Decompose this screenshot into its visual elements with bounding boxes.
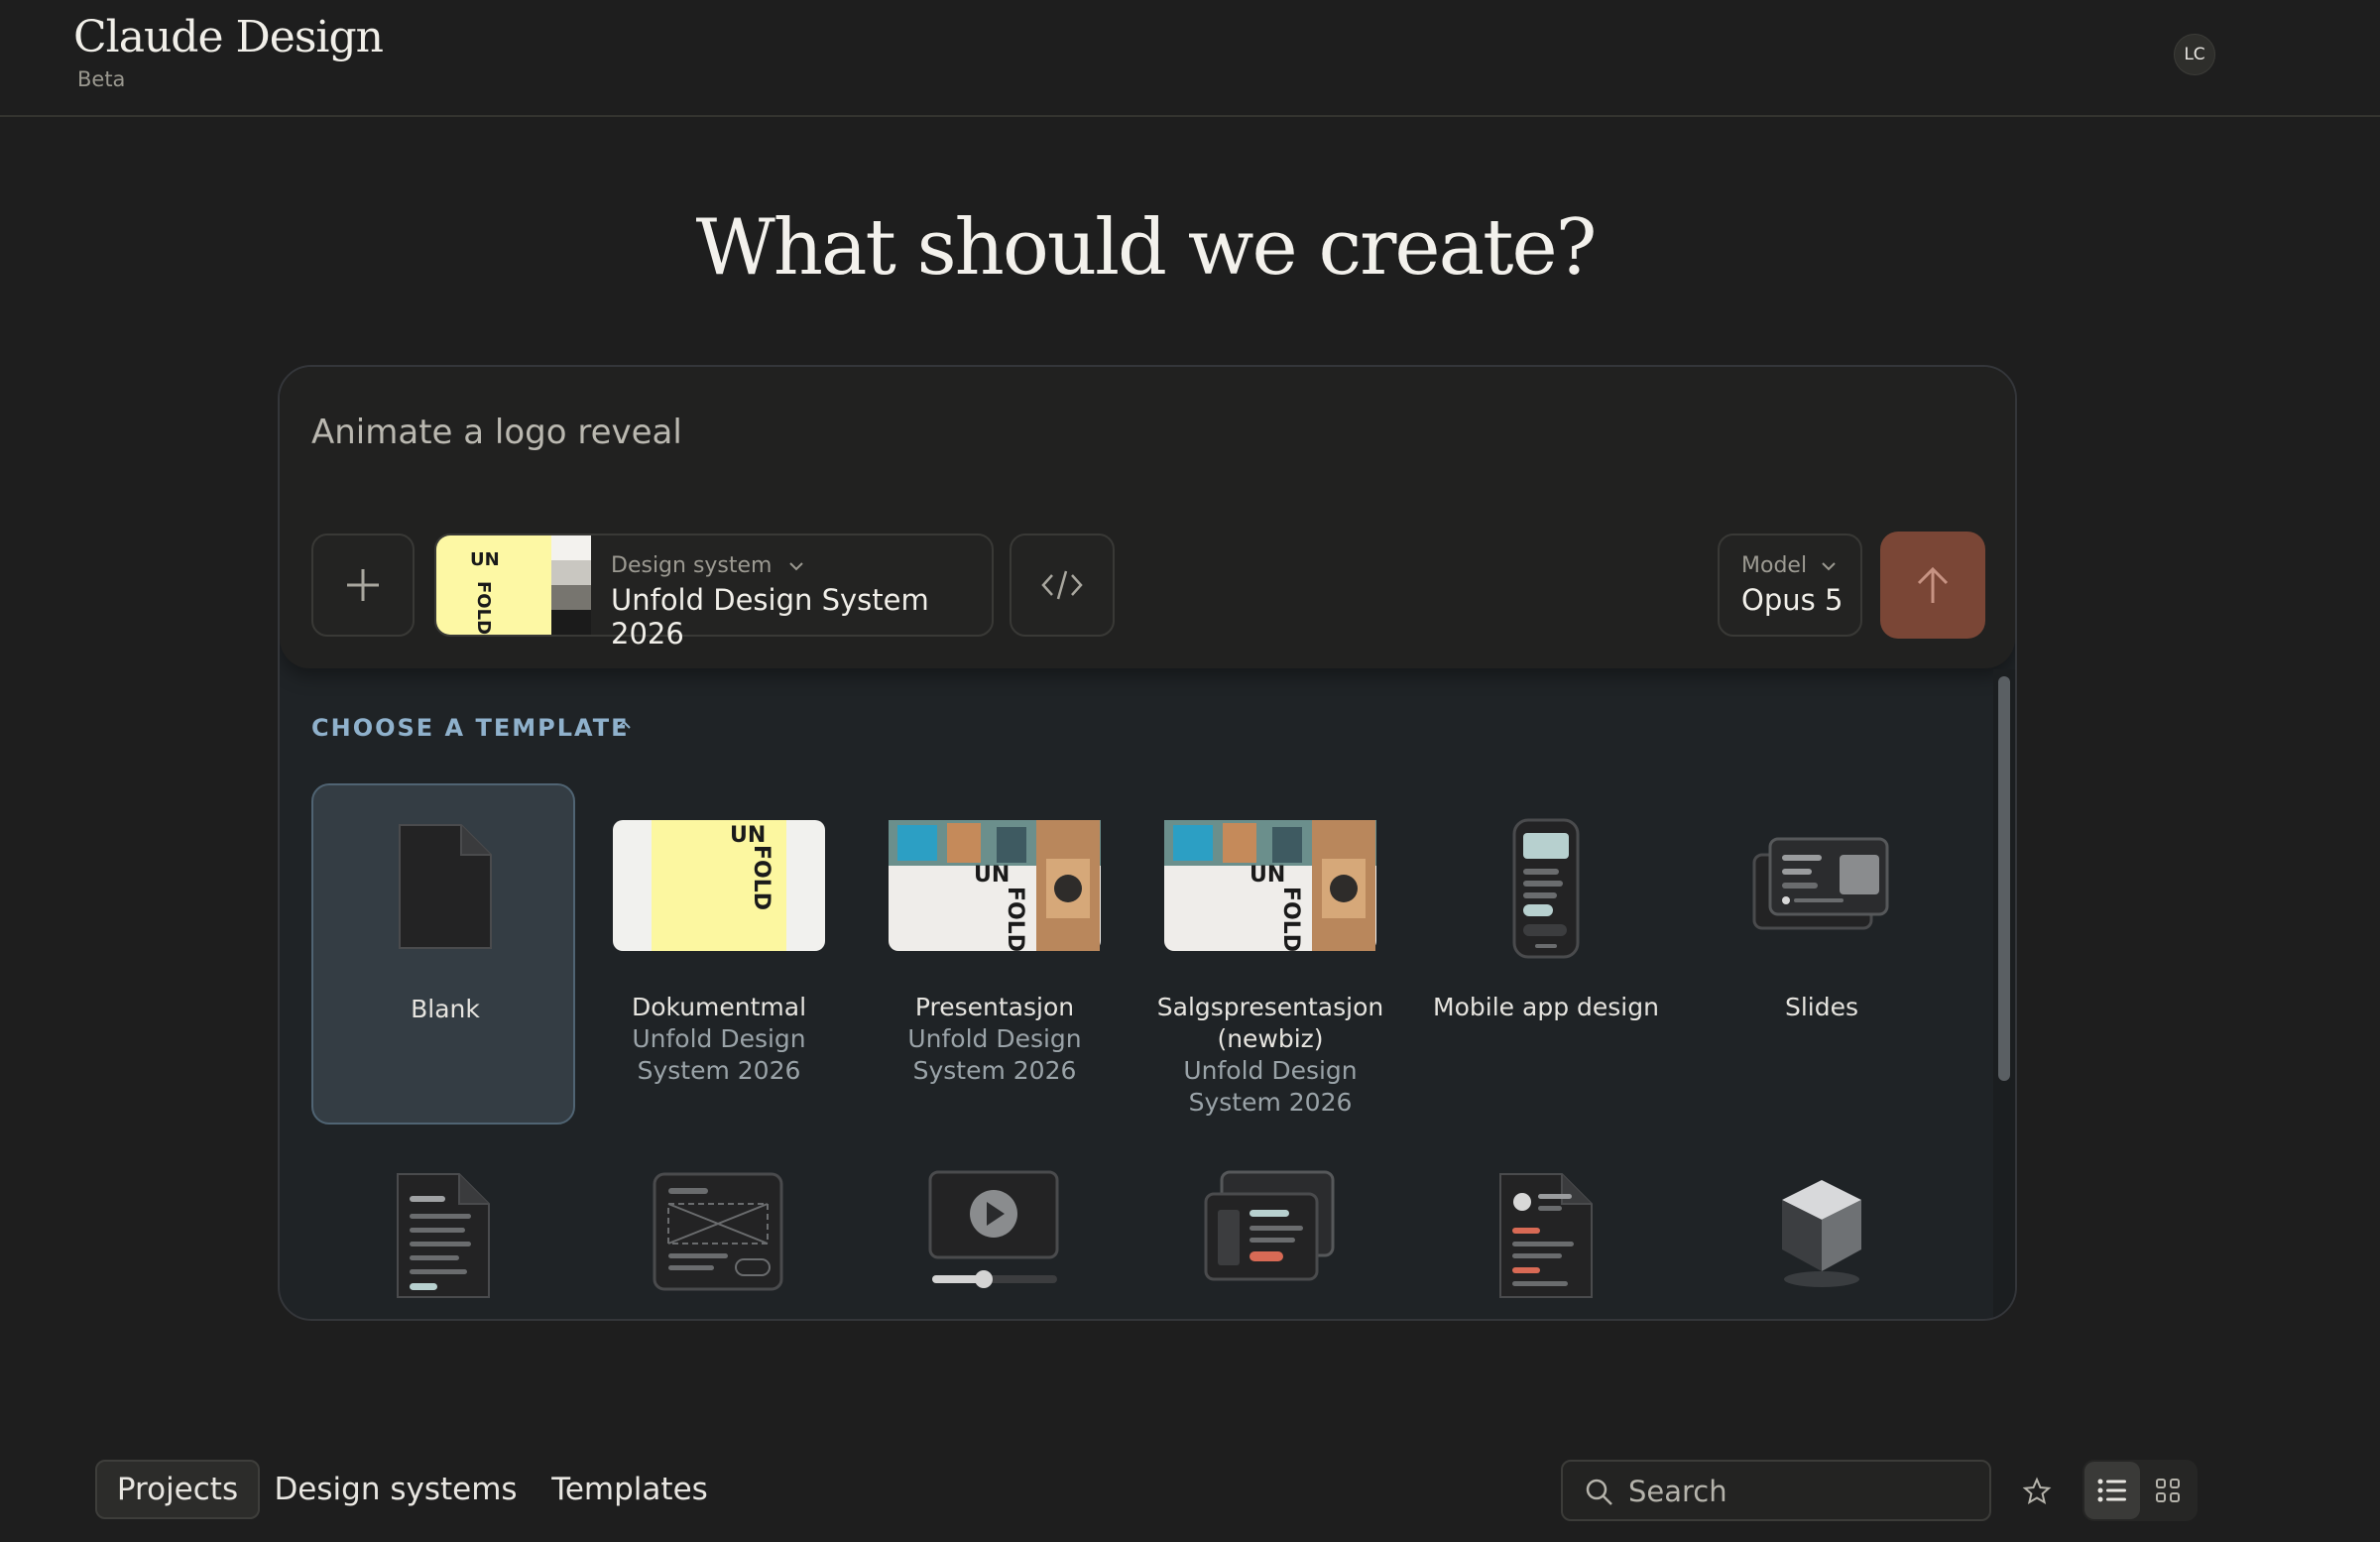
- code-icon: [1041, 570, 1083, 600]
- template-scrollbar-thumb[interactable]: [1998, 676, 2010, 1081]
- cube-icon: [1782, 1180, 1861, 1287]
- chevron-up-icon[interactable]: [615, 718, 633, 732]
- view-toggle: [2082, 1460, 2198, 1521]
- template-thumb: UN FOLD: [1138, 819, 1402, 952]
- grid-view-icon: [2156, 1479, 2180, 1502]
- favorites-button[interactable]: [2015, 1470, 2059, 1513]
- thumb-text-un: UN: [974, 863, 1011, 888]
- template-card-dokumentmal[interactable]: UN FOLD Dokumentmal Unfold Design System…: [587, 783, 851, 1125]
- search-input[interactable]: [1628, 1472, 1965, 1511]
- thumb-text-un: UN: [1250, 863, 1286, 888]
- tab-projects[interactable]: Projects: [95, 1460, 260, 1519]
- document-template-thumbnail: [613, 820, 825, 951]
- code-mode-button[interactable]: [1010, 534, 1115, 637]
- video-icon: [928, 1170, 1059, 1288]
- blank-page-icon: [399, 824, 492, 949]
- template-card-slides[interactable]: Slides: [1690, 783, 1954, 1125]
- model-selector[interactable]: Model Opus 5: [1718, 534, 1862, 637]
- thumb-text-un: UN: [470, 549, 500, 570]
- search-icon: [1586, 1479, 1612, 1505]
- thumb-text-fold: FOLD: [473, 581, 494, 635]
- model-kicker-label: Model: [1741, 553, 1808, 578]
- list-view-button[interactable]: [2084, 1462, 2140, 1519]
- model-name: Opus 5: [1741, 583, 1844, 617]
- template-thumb: [1690, 1176, 1954, 1291]
- template-card-3d[interactable]: [1690, 1170, 1954, 1319]
- template-thumb: [311, 1170, 575, 1301]
- chevron-down-icon: [788, 562, 803, 571]
- plus-icon: [347, 569, 379, 601]
- design-system-name: Unfold Design System 2026: [611, 583, 929, 651]
- template-thumb: [313, 821, 577, 952]
- template-card-cards[interactable]: [1138, 1170, 1402, 1319]
- add-attachment-button[interactable]: [311, 534, 415, 637]
- tab-templates[interactable]: Templates: [539, 1460, 720, 1519]
- design-system-kicker: Design system: [611, 553, 805, 578]
- top-bar: Claude Design Beta LC: [0, 0, 2380, 117]
- template-name: Mobile app design: [1433, 993, 1659, 1021]
- thumb-text-fold: FOLD: [749, 845, 774, 911]
- report-icon: [1499, 1173, 1593, 1298]
- model-kicker: Model: [1741, 553, 1838, 578]
- template-subtitle: Unfold Design System 2026: [632, 1024, 806, 1085]
- grid-view-button[interactable]: [2140, 1462, 2196, 1519]
- color-swatches: [551, 535, 591, 635]
- template-name: Slides: [1784, 993, 1859, 1021]
- chevron-down-icon: [1822, 562, 1836, 571]
- brand-title: Claude Design: [73, 12, 384, 62]
- mobile-app-icon: [1512, 818, 1580, 959]
- brand-subtitle: Beta: [77, 67, 126, 91]
- template-thumb: UN FOLD: [863, 819, 1127, 952]
- template-card-blank[interactable]: Blank: [311, 783, 575, 1125]
- design-system-selector[interactable]: UN FOLD Design system Unfold Design Syst…: [434, 534, 994, 651]
- document-icon: [397, 1173, 490, 1298]
- template-thumb: [1414, 817, 1678, 960]
- template-card-wireframe[interactable]: [587, 1170, 851, 1319]
- template-subtitle: Unfold Design System 2026: [907, 1024, 1082, 1085]
- avatar[interactable]: LC: [2174, 34, 2215, 75]
- template-card-video[interactable]: [863, 1170, 1127, 1319]
- template-card-presentasjon[interactable]: UN FOLD Presentasjon Unfold Design Syste…: [863, 783, 1127, 1125]
- tab-design-systems[interactable]: Design systems: [272, 1460, 520, 1519]
- template-name: Dokumentmal: [631, 993, 807, 1021]
- template-card-report[interactable]: [1414, 1170, 1678, 1319]
- template-subtitle: Unfold Design System 2026: [1183, 1056, 1358, 1117]
- thumb-text-fold: FOLD: [1003, 887, 1027, 953]
- list-view-icon: [2097, 1479, 2126, 1502]
- template-thumb: UN FOLD: [587, 819, 851, 952]
- app-root: Claude Design Beta LC What should we cre…: [0, 0, 2380, 1542]
- send-button[interactable]: [1880, 532, 1985, 639]
- star-icon: [2022, 1477, 2052, 1505]
- thumb-text-fold: FOLD: [1278, 887, 1303, 953]
- composer: UN FOLD Design system Unfold Design: [280, 367, 2015, 668]
- composer-panel: UN FOLD Design system Unfold Design: [278, 365, 2017, 1321]
- template-card-document[interactable]: [311, 1170, 575, 1319]
- prompt-input[interactable]: [311, 403, 1601, 462]
- template-thumb: [1138, 1170, 1402, 1285]
- template-card-mobile-app[interactable]: Mobile app design: [1414, 783, 1678, 1125]
- template-name: Salgspresentasjon (newbiz): [1156, 993, 1384, 1053]
- template-thumb: [587, 1170, 851, 1293]
- template-name: Presentasjon: [914, 993, 1075, 1021]
- template-thumb: [1414, 1170, 1678, 1301]
- template-name: Blank: [411, 995, 480, 1023]
- design-system-thumbnail: UN FOLD: [436, 535, 591, 635]
- template-thumb: [1690, 837, 1954, 932]
- template-thumb: [863, 1170, 1127, 1293]
- wireframe-icon: [653, 1172, 783, 1291]
- choose-template-heading[interactable]: CHOOSE A TEMPLATE: [311, 714, 629, 742]
- search-box[interactable]: [1561, 1460, 1991, 1521]
- slides-icon: [1752, 837, 1889, 930]
- cards-icon: [1204, 1170, 1335, 1281]
- page-headline: What should we create?: [695, 203, 1598, 293]
- template-card-salgspresentasjon[interactable]: UN FOLD Salgspresentasjon (newbiz) Unfol…: [1138, 783, 1402, 1125]
- design-system-kicker-label: Design system: [611, 553, 773, 578]
- arrow-up-icon: [1917, 566, 1949, 603]
